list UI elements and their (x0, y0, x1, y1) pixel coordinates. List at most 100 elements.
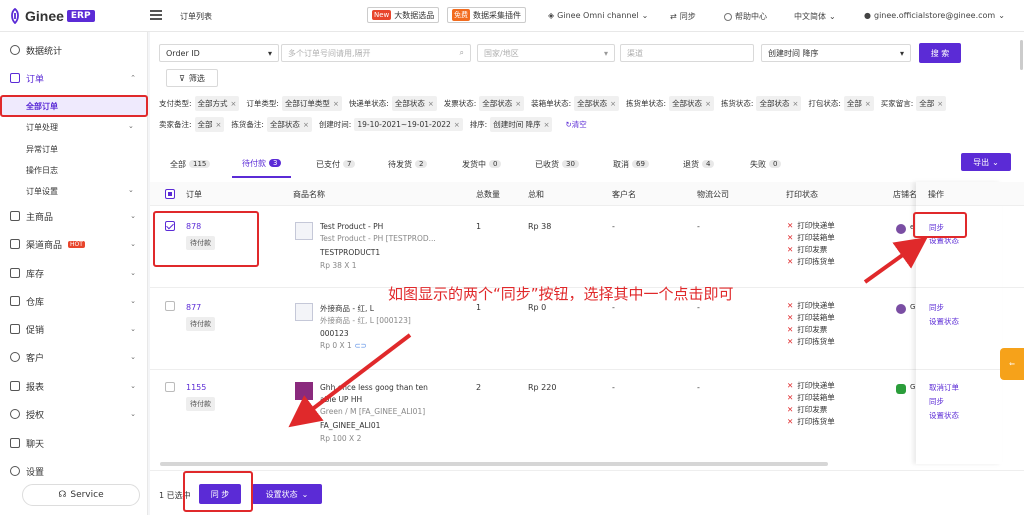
close-icon[interactable]: × (515, 100, 521, 108)
sidebar-item-settings[interactable]: 设置 (10, 462, 138, 480)
filter-chip[interactable]: 全部 × (916, 96, 947, 111)
tab-failed[interactable]: 失败 0 (750, 150, 782, 178)
x-icon: ✕ (787, 313, 794, 322)
menu-icon[interactable] (150, 10, 162, 20)
channel-filter-input[interactable]: 渠道 (620, 44, 754, 62)
sidebar-sub-all-orders-highlight[interactable] (0, 95, 148, 117)
total: Rp 0 (528, 303, 547, 312)
filter-chip[interactable]: 全部 × (843, 96, 874, 111)
tab-paid[interactable]: 已支付 7 (316, 150, 356, 178)
sidebar-item-warehouse[interactable]: 仓库 ⌄ (10, 292, 138, 310)
service-button[interactable]: ☊ Service (22, 484, 140, 506)
chevron-down-icon: ⌄ (992, 157, 999, 167)
sidebar-item-reports[interactable]: 报表 ⌄ (10, 377, 138, 395)
close-icon[interactable]: × (705, 100, 711, 108)
channel-select[interactable]: ◈ Ginee Omni channel ⌄ (548, 11, 648, 20)
filter-key: 快递单状态: (348, 99, 389, 108)
row-checkbox[interactable] (165, 382, 175, 392)
order-number-link[interactable]: 1155 (186, 383, 206, 392)
order-number-link[interactable]: 877 (186, 303, 201, 312)
sort-select[interactable]: 创建时间 降序 ▾ (761, 44, 911, 62)
sync-link[interactable]: 同步 (929, 395, 944, 409)
sidebar-sub-operation-log[interactable]: 操作日志 (26, 165, 58, 176)
sync-link[interactable]: 同步 (929, 301, 944, 315)
filter-chip[interactable]: 全部状态 × (669, 96, 714, 111)
sync-nav[interactable]: ⇄ 同步 (670, 11, 696, 22)
filter-chip[interactable]: 全部状态 × (574, 96, 620, 111)
x-icon: ✕ (787, 325, 794, 334)
filter-chip[interactable]: 全部状态 × (756, 96, 802, 111)
sidebar-sub-all-orders[interactable]: 全部订单 (26, 101, 58, 112)
filter-chip[interactable]: 全部方式 × (194, 96, 240, 111)
tab-to-ship[interactable]: 待发货 2 (388, 150, 428, 178)
close-icon[interactable]: × (216, 121, 222, 129)
bulk-set-status-button[interactable]: 设置状态 ⌄ (252, 484, 322, 504)
language-select[interactable]: 中文简体 ⌄ (794, 11, 836, 22)
close-icon[interactable]: × (454, 121, 460, 129)
big-data-selection-button[interactable]: New 大数据选品 (367, 7, 440, 23)
sidebar-item-chat[interactable]: 聊天 (10, 434, 138, 452)
tab-all[interactable]: 全部 115 (170, 150, 211, 178)
logo[interactable]: Ginee ERP (8, 7, 95, 25)
cancel-order-link[interactable]: 取消订单 (929, 381, 959, 395)
vertical-scrollbar[interactable] (1020, 40, 1023, 70)
order-id-select[interactable]: Order ID ▾ (159, 44, 279, 62)
floating-assistant-tab[interactable]: ⇐ (1000, 348, 1024, 380)
row-checkbox[interactable] (165, 301, 175, 311)
filter-chip[interactable]: 全部状态 × (266, 117, 312, 132)
sidebar-item-customers[interactable]: 客户 ⌄ (10, 348, 138, 366)
filter-chip[interactable]: 19-10-2021~19-01-2022 × (354, 118, 463, 131)
link-icon[interactable]: ⊂⊃ (354, 341, 367, 350)
close-icon[interactable]: × (428, 100, 434, 108)
export-button[interactable]: 导出 ⌄ (961, 153, 1011, 171)
clear-filters-link[interactable]: ↻清空 (565, 119, 586, 130)
filter-chip[interactable]: 全部状态 × (391, 96, 437, 111)
tab-pending-payment[interactable]: 待付款 3 (232, 150, 292, 178)
user-menu[interactable]: ● ginee.officialstore@ginee.com ⌄ (864, 11, 1005, 20)
country-select[interactable]: 国家/地区 ▾ (477, 44, 615, 62)
data-plugin-button[interactable]: 免费 数据采集插件 (447, 7, 526, 23)
filter-chip[interactable]: 全部状态 × (479, 96, 525, 111)
sidebar-item-channel-products[interactable]: 渠道商品 HOT ⌄ (10, 235, 138, 253)
sidebar-item-authorization[interactable]: 授权 ⌄ (10, 405, 138, 423)
tab-returned[interactable]: 退货 4 (683, 150, 715, 178)
sidebar-item-products[interactable]: 主商品 ⌄ (10, 207, 138, 225)
filter-button[interactable]: ⊽ 筛选 (166, 69, 218, 87)
close-icon[interactable]: × (865, 100, 871, 108)
search-button[interactable]: 搜 索 (919, 43, 961, 63)
sidebar-item-orders[interactable]: 订单 ⌃ (10, 69, 138, 87)
close-icon[interactable]: × (333, 100, 339, 108)
set-status-link[interactable]: 设置状态 (929, 409, 959, 423)
set-status-link[interactable]: 设置状态 (929, 315, 959, 329)
filter-chip[interactable]: 全部 × (194, 117, 225, 132)
filter-chip[interactable]: 全部订单类型 × (281, 96, 342, 111)
filter-chip[interactable]: 创建时间 降序 × (490, 117, 553, 132)
sidebar-sub-order-processing[interactable]: 订单处理 (26, 122, 58, 133)
close-icon[interactable]: × (792, 100, 798, 108)
select-all-checkbox[interactable] (165, 189, 175, 199)
order-ids-input[interactable]: 多个订单号间请用,隔开 ⌕ (281, 44, 471, 62)
tab-label: 已支付 (316, 159, 340, 169)
tab-shipping[interactable]: 发货中 0 (462, 150, 502, 178)
tab-cancelled[interactable]: 取消 69 (613, 150, 649, 178)
tab-label: 取消 (613, 159, 629, 169)
close-icon[interactable]: × (544, 121, 550, 129)
sidebar-item-dashboard[interactable]: 数据统计 (10, 41, 138, 59)
help-center[interactable]: 帮助中心 (724, 11, 767, 22)
tab-received[interactable]: 已收货 30 (535, 150, 579, 178)
chip-value: 全部状态 (759, 99, 790, 108)
close-icon[interactable]: × (610, 100, 616, 108)
table-row: 878 待付款 Test Product - PH Test Product -… (150, 206, 1024, 288)
sidebar-sub-abnormal-orders[interactable]: 异常订单 (26, 144, 58, 155)
close-icon[interactable]: × (231, 100, 237, 108)
close-icon[interactable]: × (303, 121, 309, 129)
sync-nav-label: 同步 (679, 12, 696, 21)
horizontal-scrollbar[interactable] (160, 462, 828, 466)
product-image-icon (295, 303, 313, 321)
caret-down-icon: ▾ (603, 48, 608, 58)
close-icon[interactable]: × (937, 100, 943, 108)
sidebar-item-inventory[interactable]: 库存 ⌄ (10, 264, 138, 282)
sidebar-item-promotion[interactable]: 促销 ⌄ (10, 320, 138, 338)
sidebar-sub-order-settings[interactable]: 订单设置 (26, 186, 58, 197)
sidebar-item-label: 报表 (26, 382, 45, 393)
